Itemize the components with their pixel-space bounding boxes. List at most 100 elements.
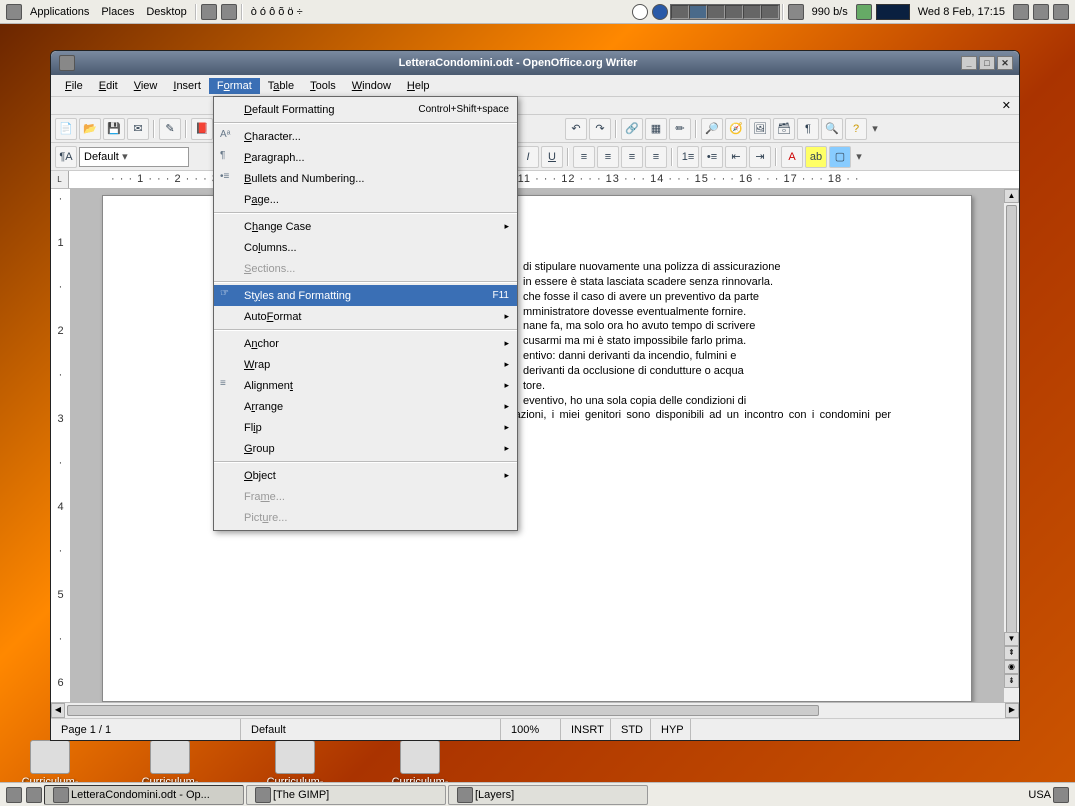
task-layers[interactable]: [Layers] [448,785,648,805]
decrease-indent-button[interactable]: ⇤ [725,146,747,168]
toolbar-overflow[interactable]: ▾ [869,122,881,135]
numbering-button[interactable]: 1≡ [677,146,699,168]
underline-button[interactable]: U [541,146,563,168]
minimize-button[interactable]: _ [961,56,977,70]
undo-button[interactable]: ↶ [565,118,587,140]
formatting-overflow[interactable]: ▾ [853,150,865,163]
status-insert[interactable]: INSRT [561,719,611,740]
globe-applet-icon[interactable] [652,4,668,20]
menu-table[interactable]: Table [260,78,302,94]
bullets-button[interactable]: •≡ [701,146,723,168]
terminal2-launcher-icon[interactable] [221,4,237,20]
highlight-button[interactable]: ab [805,146,827,168]
next-page-button[interactable]: ⇟ [1004,674,1019,688]
vertical-scrollbar[interactable]: ▲ ▼ ⇞ ◉ ⇟ [1003,189,1019,702]
email-button[interactable]: ✉ [127,118,149,140]
menu-view[interactable]: View [126,78,166,94]
mi-bullets[interactable]: •≡Bullets and Numbering... [214,168,517,189]
mi-styles[interactable]: ☞Styles and FormattingF11 [214,285,517,306]
desktop-menu[interactable]: Desktop [140,4,192,20]
edit-file-button[interactable]: ✎ [159,118,181,140]
status-page[interactable]: Page 1 / 1 [51,719,241,740]
redo-button[interactable]: ↷ [589,118,611,140]
mi-anchor[interactable]: Anchor▸ [214,333,517,354]
lock-icon[interactable] [1033,4,1049,20]
char-palette[interactable]: ò ó ô õ ö ÷ [245,4,309,20]
trash-icon[interactable] [1053,787,1069,803]
styles-window-button[interactable]: ¶A [55,146,77,168]
save-button[interactable]: 💾 [103,118,125,140]
status-hyphen[interactable]: HYP [651,719,691,740]
find-button[interactable]: 🔎 [701,118,723,140]
scroll-down-button[interactable]: ▼ [1004,632,1019,646]
italic-button[interactable]: I [517,146,539,168]
mi-paragraph[interactable]: ¶Paragraph... [214,147,517,168]
menu-tools[interactable]: Tools [302,78,344,94]
task-writer[interactable]: LetteraCondomini.odt - Op... [44,785,244,805]
paragraph-style-select[interactable]: Default▾ [79,147,189,167]
horizontal-ruler[interactable]: L · · · 1 · · · 2 · · · 3 · · · 4 · · · … [51,171,1019,189]
tab-mode-box[interactable]: L [51,171,69,189]
terminal-launcher-icon[interactable] [201,4,217,20]
navigator-button[interactable]: 🧭 [725,118,747,140]
close-document-button[interactable]: ✕ [1002,99,1011,112]
draw-button[interactable]: ✏ [669,118,691,140]
scroll-thumb[interactable] [1006,205,1017,645]
nonprinting-button[interactable]: ¶ [797,118,819,140]
mi-alignment[interactable]: ≡Alignment▸ [214,375,517,396]
zoom-button[interactable]: 🔍 [821,118,843,140]
bg-color-button[interactable]: ▢ [829,146,851,168]
vertical-ruler[interactable]: ·1·2·3·4·5·6·7·8·9·10 [51,189,71,702]
show-desktop-icon[interactable] [6,787,22,803]
status-zoom[interactable]: 100% [501,719,561,740]
weather-applet-icon[interactable] [632,4,648,20]
increase-indent-button[interactable]: ⇥ [749,146,771,168]
menu-window[interactable]: Window [344,78,399,94]
mi-change-case[interactable]: Change Case▸ [214,216,517,237]
netload-graph[interactable] [876,4,910,20]
applications-menu[interactable]: Applications [24,4,95,20]
mi-page[interactable]: Page... [214,189,517,210]
mi-object[interactable]: Object▸ [214,465,517,486]
workspace-switcher[interactable] [670,4,780,20]
horizontal-scrollbar[interactable]: ◀ ▶ [51,702,1019,718]
menu-insert[interactable]: Insert [165,78,209,94]
table-button[interactable]: ▦ [645,118,667,140]
prev-page-button[interactable]: ⇞ [1004,646,1019,660]
places-menu[interactable]: Places [95,4,140,20]
keyboard-layout[interactable]: USA [1028,789,1051,801]
font-color-button[interactable]: A [781,146,803,168]
menu-help[interactable]: Help [399,78,438,94]
network-icon[interactable] [788,4,804,20]
scroll-left-button[interactable]: ◀ [51,703,65,718]
mi-group[interactable]: Group▸ [214,438,517,459]
mi-autoformat[interactable]: AutoFormat▸ [214,306,517,327]
brightness-icon[interactable] [1053,4,1069,20]
align-left-button[interactable]: ≡ [573,146,595,168]
battery-icon[interactable] [856,4,872,20]
clock[interactable]: Wed 8 Feb, 17:15 [912,4,1011,20]
scroll-right-button[interactable]: ▶ [1005,703,1019,718]
mi-character[interactable]: AᵃCharacter... [214,126,517,147]
gallery-button[interactable]: 🖼 [749,118,771,140]
datasources-button[interactable]: 🗃 [773,118,795,140]
status-style[interactable]: Default [241,719,501,740]
maximize-button[interactable]: □ [979,56,995,70]
page-container[interactable]: di stipulare nuovamente una polizza di a… [71,189,1003,702]
mi-wrap[interactable]: Wrap▸ [214,354,517,375]
hyperlink-button[interactable]: 🔗 [621,118,643,140]
status-selection[interactable]: STD [611,719,651,740]
mi-columns[interactable]: Columns... [214,237,517,258]
hscroll-thumb[interactable] [67,705,819,716]
menu-format[interactable]: Format [209,78,260,94]
nav-button[interactable]: ◉ [1004,660,1019,674]
mi-default-formatting[interactable]: Default Formatting Control+Shift+space [214,99,517,120]
volume-icon[interactable] [1013,4,1029,20]
help-button[interactable]: ? [845,118,867,140]
align-right-button[interactable]: ≡ [621,146,643,168]
scroll-up-button[interactable]: ▲ [1004,189,1019,203]
menu-edit[interactable]: Edit [91,78,126,94]
justify-button[interactable]: ≡ [645,146,667,168]
task-gimp[interactable]: [The GIMP] [246,785,446,805]
titlebar[interactable]: LetteraCondomini.odt - OpenOffice.org Wr… [51,51,1019,75]
